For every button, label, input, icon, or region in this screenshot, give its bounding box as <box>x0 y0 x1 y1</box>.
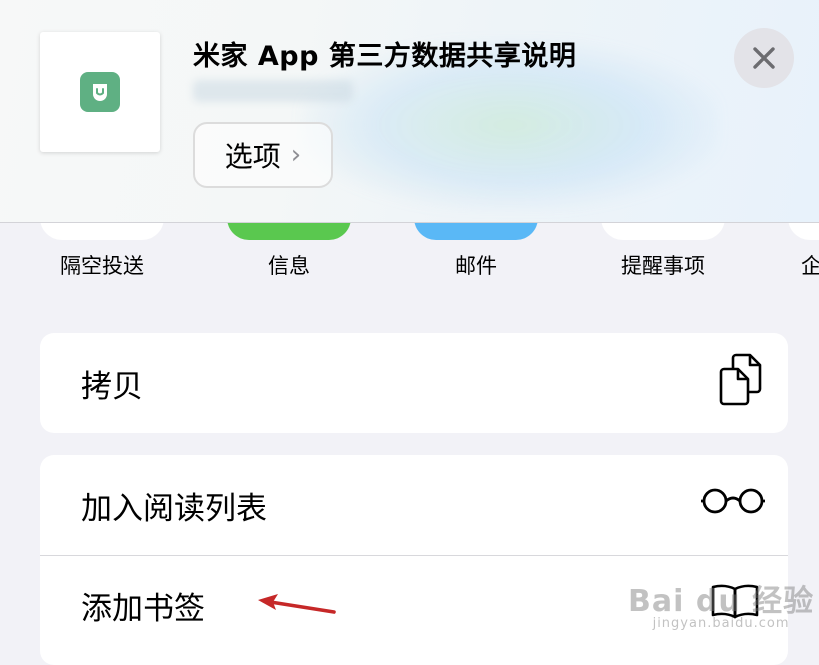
copy-row[interactable]: 拷贝 <box>40 333 788 433</box>
share-label-mail[interactable]: 邮件 <box>414 250 538 280</box>
action-group-main: 加入阅读列表 添加书签 <box>40 455 788 665</box>
share-label-reminders[interactable]: 提醒事项 <box>601 250 725 280</box>
page-url-blurred <box>193 80 353 102</box>
red-arrow-icon <box>256 592 338 622</box>
bookmark-label: 添加书签 <box>81 591 205 627</box>
copy-label: 拷贝 <box>81 368 143 405</box>
options-button[interactable]: 选项 › <box>193 122 333 188</box>
close-button[interactable] <box>734 28 794 88</box>
share-label-partial[interactable]: 企 <box>801 250 819 280</box>
page-thumbnail <box>40 32 160 152</box>
mi-home-logo-icon <box>80 72 120 112</box>
share-label-airdrop[interactable]: 隔空投送 <box>40 250 164 280</box>
page-title: 米家 App 第三方数据共享说明 <box>193 41 577 72</box>
share-sheet-header: 米家 App 第三方数据共享说明 选项 › <box>0 0 819 223</box>
share-label-messages[interactable]: 信息 <box>227 250 351 280</box>
close-icon <box>753 47 775 69</box>
chevron-right-icon: › <box>290 140 302 170</box>
watermark-main: Bai du 经验 <box>628 584 815 619</box>
baidu-watermark: Bai du 经验 jingyan.baidu.com <box>628 576 814 631</box>
copy-icon <box>718 351 766 415</box>
reading-list-label: 加入阅读列表 <box>81 490 267 527</box>
watermark-sub: jingyan.baidu.com <box>652 616 790 631</box>
options-label: 选项 <box>224 140 281 173</box>
action-group-copy: 拷贝 <box>40 333 788 433</box>
reading-list-row[interactable]: 加入阅读列表 <box>40 455 788 555</box>
glasses-icon <box>700 486 766 524</box>
